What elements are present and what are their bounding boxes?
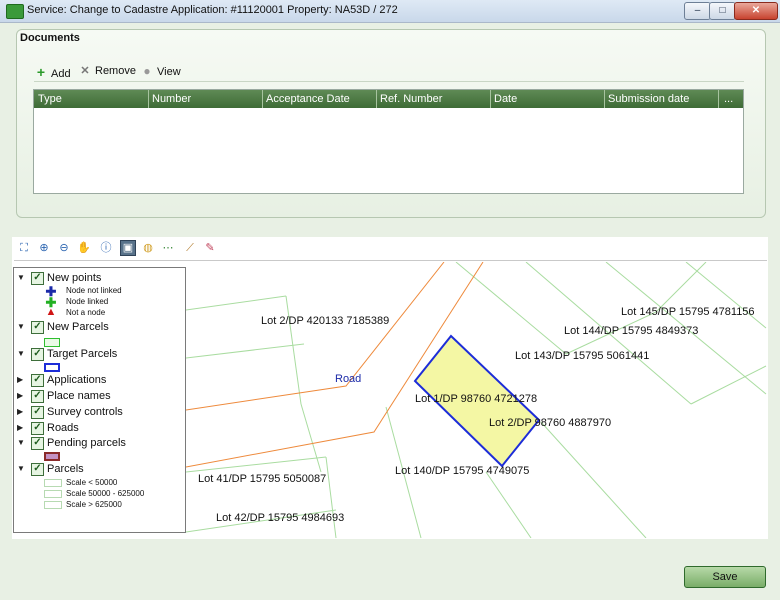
layer-tree: ▼ ✓ New points ✚ Node not linked ✚ Node … (13, 267, 186, 533)
layer-label: Survey controls (47, 406, 123, 418)
add-label: Add (51, 68, 71, 80)
new-parcel-swatch (44, 338, 60, 347)
map-canvas[interactable]: Lot 145/DP 15795 4781156 Lot 144/DP 1579… (186, 262, 768, 538)
map-label-lot-1: Lot 1/DP 98760 4721278 (415, 393, 537, 405)
layer-label: Parcels (47, 463, 84, 475)
expand-arrow-icon[interactable]: ▼ (17, 273, 25, 282)
pending-parcel-swatch (44, 452, 60, 461)
view-button[interactable]: ● View (140, 64, 181, 78)
info-icon[interactable]: ⓘ (98, 240, 114, 256)
checkbox-icon[interactable]: ✓ (31, 348, 44, 361)
column-header-ref-number[interactable]: Ref. Number (380, 93, 442, 105)
documents-title: Documents (20, 32, 80, 44)
expand-arrow-icon[interactable]: ▼ (17, 464, 25, 473)
layer-label: Roads (47, 422, 79, 434)
layer-label: New points (47, 272, 102, 284)
maximize-button[interactable]: □ (709, 2, 736, 20)
remove-button[interactable]: ✕ Remove (78, 64, 136, 77)
zoom-extent-icon[interactable]: ⛶ (16, 240, 32, 256)
map-label-lot-143: Lot 143/DP 15795 5061441 (515, 350, 649, 362)
zoom-in-icon[interactable]: ⊕ (36, 240, 52, 256)
column-header-submission-date[interactable]: Submission date (608, 93, 689, 105)
layer-label: Applications (47, 374, 107, 386)
select-icon[interactable]: ▣ (120, 240, 136, 256)
table-header: Type Number Acceptance Date Ref. Number … (34, 90, 743, 108)
window-title: Service: Change to Cadastre Application:… (27, 4, 398, 16)
title-bar: Service: Change to Cadastre Application:… (0, 0, 780, 23)
checkbox-icon[interactable]: ✓ (31, 437, 44, 450)
checkbox-icon[interactable]: ✓ (31, 390, 44, 403)
map-label-lot-145: Lot 145/DP 15795 4781156 (621, 306, 755, 318)
zoom-out-icon[interactable]: ⊖ (56, 240, 72, 256)
remove-label: Remove (95, 65, 136, 77)
checkbox-icon[interactable]: ✓ (31, 422, 44, 435)
checkbox-icon[interactable]: ✓ (31, 272, 44, 285)
expand-arrow-icon[interactable]: ▼ (17, 349, 25, 358)
layer-label: Pending parcels (47, 437, 126, 449)
expand-arrow-icon[interactable]: ▼ (17, 438, 25, 447)
map-label-lot-140: Lot 140/DP 15795 4749075 (395, 465, 529, 477)
column-header-more[interactable]: ... (724, 93, 733, 105)
eraser-icon[interactable]: ✎ (202, 240, 218, 256)
snap-icon[interactable]: ⋯ (160, 240, 176, 256)
documents-panel: Documents + Add ✕ Remove ● View Type Number… (16, 29, 766, 218)
red-triangle-icon: ▲ (45, 306, 57, 318)
column-header-acceptance-date[interactable]: Acceptance Date (266, 93, 350, 105)
layer-label: Target Parcels (47, 348, 118, 360)
layer-label: Place names (47, 390, 111, 402)
eye-icon: ● (143, 64, 151, 78)
map-label-lot-2-dp420133: Lot 2/DP 420133 7185389 (261, 315, 389, 327)
add-button[interactable]: + Add (34, 64, 71, 80)
checkbox-icon[interactable]: ✓ (31, 463, 44, 476)
close-button[interactable]: ✕ (734, 2, 778, 20)
collapse-arrow-icon[interactable]: ▶ (17, 391, 23, 400)
save-button[interactable]: Save (684, 566, 766, 588)
map-label-lot-2-dp98760: Lot 2/DP 98760 4887970 (489, 417, 611, 429)
toolbar-divider (34, 81, 744, 82)
column-header-date[interactable]: Date (494, 93, 517, 105)
layer-label: New Parcels (47, 321, 109, 333)
measure-icon[interactable]: ◍ (140, 240, 156, 256)
map-label-road: Road (335, 373, 361, 385)
map-toolbar-divider (14, 260, 767, 261)
checkbox-icon[interactable]: ✓ (31, 406, 44, 419)
map-label-lot-42: Lot 42/DP 15795 4984693 (216, 512, 344, 524)
target-parcel-swatch (44, 363, 60, 372)
expand-arrow-icon[interactable]: ▼ (17, 322, 25, 331)
collapse-arrow-icon[interactable]: ▶ (17, 375, 23, 384)
column-header-type[interactable]: Type (38, 93, 62, 105)
plus-icon: + (36, 64, 46, 80)
app-icon (6, 4, 24, 19)
view-label: View (157, 66, 181, 78)
remove-icon: ✕ (80, 65, 90, 77)
checkbox-icon[interactable]: ✓ (31, 374, 44, 387)
edit-line-icon[interactable]: ⟋ (182, 240, 198, 256)
map-label-lot-144: Lot 144/DP 15795 4849373 (564, 325, 698, 337)
minimize-button[interactable]: – (684, 2, 711, 20)
map-label-lot-41: Lot 41/DP 15795 5050087 (198, 473, 326, 485)
pan-hand-icon[interactable]: ✋ (76, 240, 92, 256)
collapse-arrow-icon[interactable]: ▶ (17, 423, 23, 432)
collapse-arrow-icon[interactable]: ▶ (17, 407, 23, 416)
documents-table[interactable]: Type Number Acceptance Date Ref. Number … (33, 89, 744, 194)
checkbox-icon[interactable]: ✓ (31, 321, 44, 334)
column-header-number[interactable]: Number (152, 93, 191, 105)
